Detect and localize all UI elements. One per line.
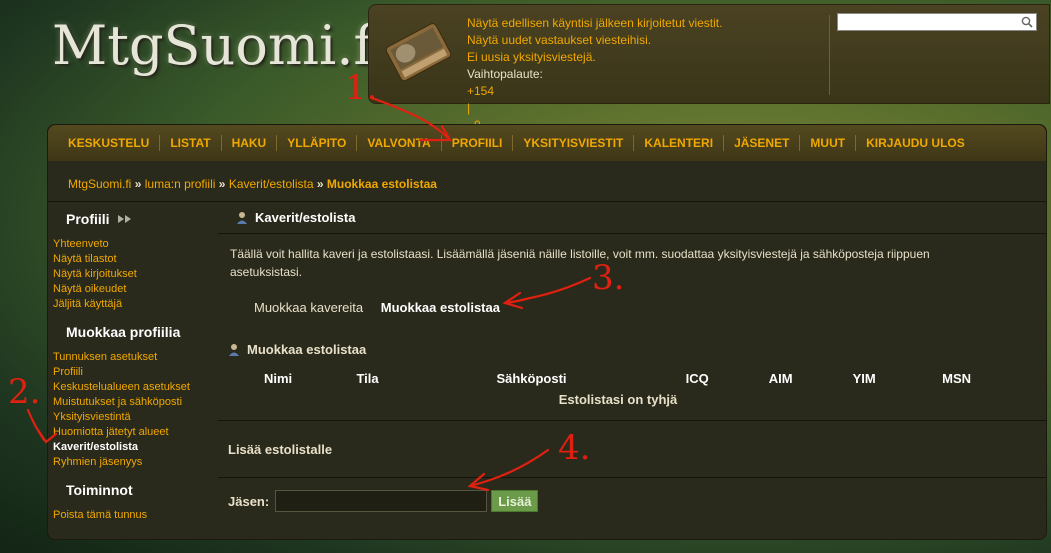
nav-yksityisviestit[interactable]: YKSITYISVIESTIT	[513, 135, 635, 151]
feedback-positive[interactable]: +154	[467, 83, 722, 100]
sidebar-item-tunnus[interactable]: Tunnuksen asetukset	[53, 350, 213, 365]
sidebar-profile: Profiili Yhteenveto Näytä tilastot Näytä…	[53, 211, 213, 312]
user-icon	[237, 211, 247, 224]
col-msn: MSN	[942, 370, 972, 386]
breadcrumb-home[interactable]: MtgSuomi.fi	[68, 177, 131, 191]
nav-profiili[interactable]: PROFIILI	[442, 135, 514, 151]
sidebar-edit-profile: Muokkaa profiilia Tunnuksen asetukset Pr…	[53, 324, 213, 470]
table-header-row: Nimi Tila Sähköposti ICQ AIM YIM MSN	[228, 367, 1008, 389]
breadcrumb-sep: »	[218, 177, 226, 191]
breadcrumb-profile[interactable]: luma:n profiili	[145, 177, 216, 191]
empty-message: Estolistasi on tyhjä	[558, 391, 678, 407]
new-posts-link[interactable]: Näytä edellisen käyntisi jälkeen kirjoit…	[467, 15, 722, 32]
sidebar-heading-muokkaa: Muokkaa profiilia	[66, 324, 181, 340]
col-aim: AIM	[768, 370, 793, 386]
sidebar-heading-toiminnot: Toiminnot	[66, 482, 133, 498]
breadcrumb: MtgSuomi.fi » luma:n profiili » Kaverit/…	[68, 177, 437, 191]
main-panel: KESKUSTELU LISTAT HAKU YLLÄPITO VALVONTA…	[47, 124, 1047, 540]
sidebar-item-kirjoitukset[interactable]: Näytä kirjoitukset	[53, 267, 213, 282]
sidebar-item-oikeudet[interactable]: Näytä oikeudet	[53, 282, 213, 297]
breadcrumb-friends[interactable]: Kaverit/estolista	[229, 177, 314, 191]
tapped-card-icon	[385, 23, 452, 81]
tab-edit-friends[interactable]: Muokkaa kavereita	[254, 300, 363, 315]
divider	[218, 420, 1047, 421]
nav-kalenteri[interactable]: KALENTERI	[634, 135, 725, 151]
sidebar-item-profiili[interactable]: Profiili	[53, 365, 213, 380]
content-area: Kaverit/estolista Täällä voit hallita ka…	[218, 202, 1047, 540]
subtabs: Muokkaa kavereita Muokkaa estolistaa	[254, 300, 514, 315]
sidebar-heading-profiili: Profiili	[66, 211, 110, 227]
annotation-2: 2.	[8, 372, 41, 412]
content-header: Kaverit/estolista	[218, 202, 1047, 234]
col-yim: YIM	[852, 370, 876, 386]
main-nav: KESKUSTELU LISTAT HAKU YLLÄPITO VALVONTA…	[48, 125, 1046, 161]
no-new-pm-link[interactable]: Ei uusia yksityisviestejä.	[467, 49, 722, 66]
trade-feedback-label: Vaihtopalaute:	[467, 67, 543, 81]
table-row: Estolistasi on tyhjä	[228, 389, 1008, 409]
member-input[interactable]	[275, 490, 488, 512]
col-icq: ICQ	[685, 370, 709, 386]
breadcrumb-sep: »	[316, 177, 324, 191]
section-title-text: Muokkaa estolistaa	[247, 342, 367, 357]
member-label: Jäsen:	[228, 493, 270, 509]
search-box	[837, 13, 1037, 31]
sidebar-item-tilastot[interactable]: Näytä tilastot	[53, 252, 213, 267]
sidebar-item-yksityisviestinta[interactable]: Yksityisviestintä	[53, 410, 213, 425]
sidebar-item-keskustelualue[interactable]: Keskustelualueen asetukset	[53, 380, 213, 395]
feedback-sep: |	[467, 101, 471, 115]
new-replies-link[interactable]: Näytä uudet vastaukset viesteihisi.	[467, 32, 722, 49]
breadcrumb-current: Muokkaa estolistaa	[326, 177, 437, 191]
sidebar-actions: Toiminnot Poista tämä tunnus	[53, 482, 213, 523]
col-tila: Tila	[356, 370, 379, 386]
breadcrumb-sep: »	[134, 177, 142, 191]
user-icon	[229, 343, 239, 356]
sidebar-item-huomiotta[interactable]: Huomiotta jätetyt alueet	[53, 425, 213, 440]
sidebar-item-yhteenveto[interactable]: Yhteenveto	[53, 237, 213, 252]
col-sahkoposti: Sähköposti	[496, 370, 567, 386]
annotation-1: 1.	[345, 68, 378, 108]
sidebar-item-muistutukset[interactable]: Muistutukset ja sähköposti	[53, 395, 213, 410]
add-member-form: Jäsen: Lisää	[228, 490, 539, 512]
nav-listat[interactable]: LISTAT	[160, 135, 222, 151]
nav-kirjaudu-ulos[interactable]: KIRJAUDU ULOS	[856, 135, 975, 151]
annotation-4: 4.	[558, 428, 591, 468]
nav-haku[interactable]: HAKU	[222, 135, 278, 151]
add-button[interactable]: Lisää	[491, 490, 539, 512]
col-nimi: Nimi	[263, 370, 293, 386]
nav-yllapito[interactable]: YLLÄPITO	[277, 135, 358, 151]
divider	[218, 477, 1047, 478]
section-title: Muokkaa estolistaa	[228, 342, 366, 357]
sidebar-item-jaljita[interactable]: Jäljitä käyttäjä	[53, 297, 213, 312]
nav-keskustelu[interactable]: KESKUSTELU	[58, 135, 161, 151]
sidebar-heading: Profiili	[53, 211, 213, 227]
tab-edit-blocklist[interactable]: Muokkaa estolistaa	[381, 300, 500, 315]
site-logo[interactable]: MtgSuomi.fi	[52, 14, 390, 77]
search-icon[interactable]	[1021, 16, 1033, 28]
nav-valvonta[interactable]: VALVONTA	[357, 135, 442, 151]
nav-jasenet[interactable]: JÄSENET	[724, 135, 801, 151]
sidebar: Profiili Yhteenveto Näytä tilastot Näytä…	[53, 205, 213, 535]
add-section-title: Lisää estolistalle	[228, 442, 333, 457]
content-header-title: Kaverit/estolista	[255, 210, 356, 225]
annotation-3: 3.	[592, 258, 625, 298]
nav-muut[interactable]: MUUT	[800, 135, 857, 151]
double-arrow-icon	[118, 215, 132, 223]
sidebar-item-ryhmat[interactable]: Ryhmien jäsenyys	[53, 455, 213, 470]
sidebar-item-poista[interactable]: Poista tämä tunnus	[53, 508, 213, 523]
blocklist-table: Nimi Tila Sähköposti ICQ AIM YIM MSN Est…	[228, 367, 1008, 409]
vertical-divider	[829, 15, 830, 95]
sidebar-item-kaverit[interactable]: Kaverit/estolista	[53, 440, 213, 455]
search-input[interactable]	[838, 14, 1018, 30]
